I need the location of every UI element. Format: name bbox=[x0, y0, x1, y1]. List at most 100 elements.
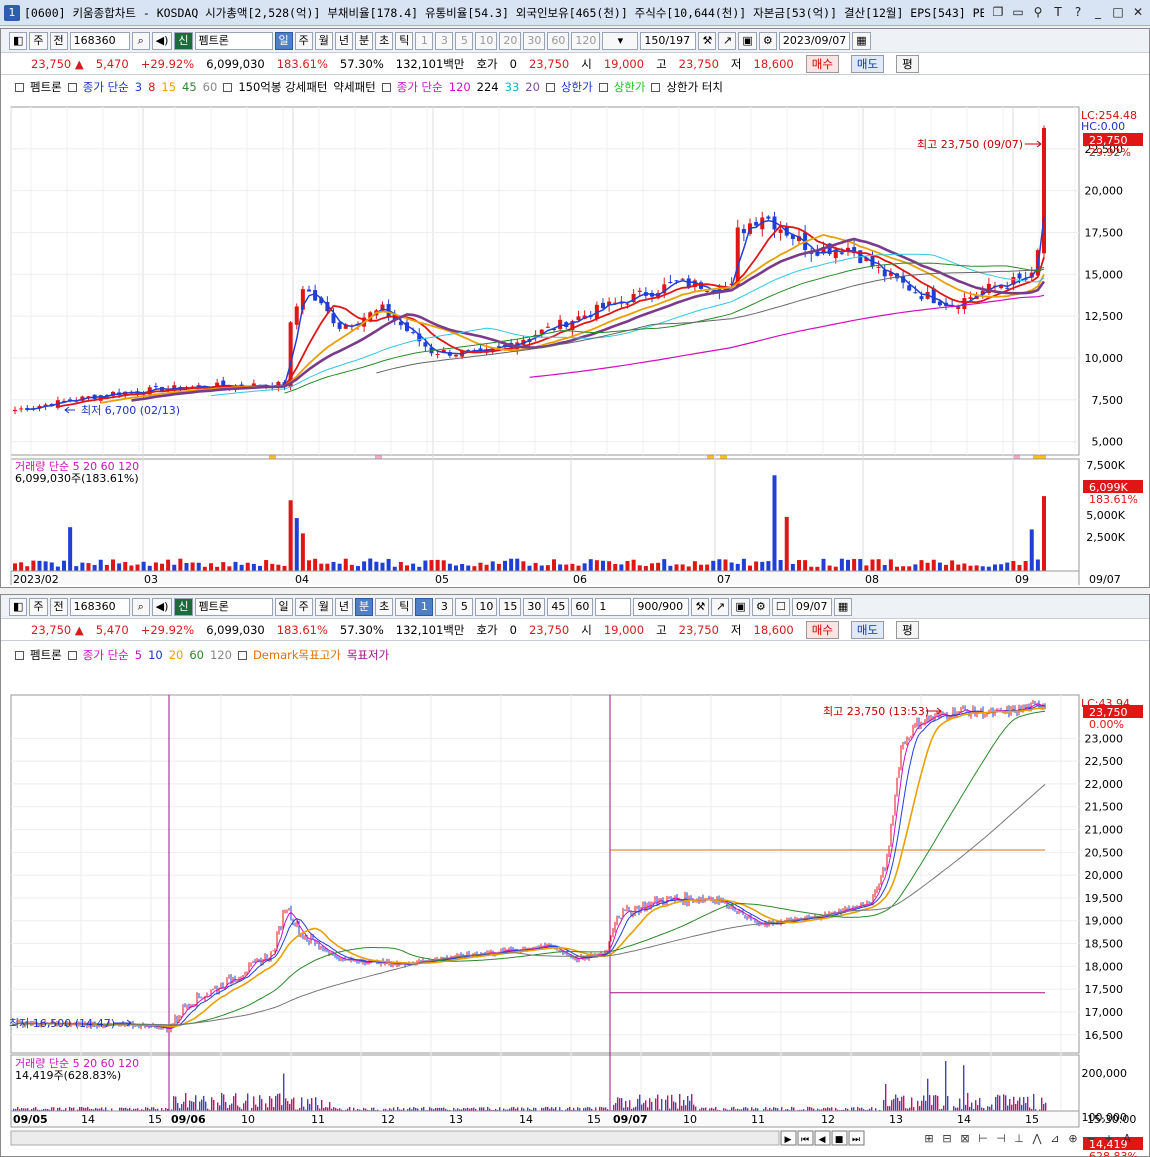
interval-45[interactable]: 45 bbox=[547, 597, 570, 616]
interval-5[interactable]: 5 bbox=[455, 597, 474, 616]
interval-1[interactable]: 1 bbox=[415, 31, 434, 50]
daily-volume-bar bbox=[251, 563, 256, 571]
calendar-icon[interactable]: ▦ bbox=[833, 597, 853, 616]
period-year[interactable]: 년 bbox=[334, 597, 354, 616]
period-month[interactable]: 월 bbox=[314, 31, 333, 50]
tile-icon[interactable]: ▭ bbox=[1010, 4, 1026, 20]
trade-amount: 132,101백만 bbox=[395, 56, 465, 71]
interval-30[interactable]: 30 bbox=[523, 597, 546, 616]
interval-15[interactable]: 15 bbox=[499, 597, 522, 616]
period-tick[interactable]: 틱 bbox=[395, 31, 414, 50]
prev-button[interactable]: 전 bbox=[49, 597, 68, 616]
search-icon[interactable]: ⌕ bbox=[131, 31, 150, 50]
minute-volume-bar bbox=[499, 1107, 501, 1111]
stock-name[interactable]: 펨트론 bbox=[194, 31, 273, 50]
minute-toolbar: ◧ 주 전 168360 ⌕ ◀) 신 펨트론 일 주 월 년 분 초 틱 1 … bbox=[1, 595, 1149, 619]
data-count[interactable]: 150/197 bbox=[640, 31, 697, 50]
period-minute[interactable]: 분 bbox=[355, 31, 374, 50]
interval-5[interactable]: 5 bbox=[455, 31, 474, 50]
interval-30[interactable]: 30 bbox=[523, 31, 546, 50]
daily-candle bbox=[968, 297, 973, 299]
date-input[interactable]: 09/07 bbox=[791, 597, 832, 616]
period-week[interactable]: 주 bbox=[294, 31, 313, 50]
minute-volume-bar bbox=[257, 1106, 259, 1111]
interval-60[interactable]: 60 bbox=[571, 597, 594, 616]
data-count[interactable]: 900/900 bbox=[633, 597, 690, 616]
minute-volume-bar bbox=[17, 1106, 19, 1111]
minute-volume-bar bbox=[989, 1106, 991, 1111]
interval-120[interactable]: 120 bbox=[571, 31, 601, 50]
stock-name[interactable]: 펨트론 bbox=[194, 597, 273, 616]
date-checkbox-icon[interactable]: ☐ bbox=[771, 597, 790, 616]
period-week[interactable]: 주 bbox=[294, 597, 313, 616]
pin-icon[interactable]: ⚲ bbox=[1030, 4, 1046, 20]
period-second[interactable]: 초 bbox=[375, 597, 394, 616]
search-icon[interactable]: ⌕ bbox=[131, 597, 150, 616]
sell-button[interactable]: 매도 bbox=[850, 54, 885, 73]
minute-quote-bar: 23,750 ▲ 5,470 +29.92% 6,099,030 183.61%… bbox=[1, 619, 1149, 641]
daily-volume-bar bbox=[490, 561, 495, 571]
market-type-select[interactable]: 주 bbox=[29, 597, 48, 616]
minimize-icon[interactable]: _ bbox=[1090, 4, 1106, 20]
period-day[interactable]: 일 bbox=[274, 597, 293, 616]
calendar-icon[interactable]: ▦ bbox=[852, 31, 871, 50]
daily-volume-bar bbox=[245, 562, 250, 571]
chart-tools-icon[interactable]: ⚒ bbox=[691, 597, 710, 616]
buy-button[interactable]: 매수 bbox=[805, 54, 839, 73]
interval-select[interactable]: ▾ bbox=[602, 31, 639, 50]
sell-button[interactable]: 매도 bbox=[850, 620, 885, 639]
daily-volume-bar bbox=[25, 566, 30, 571]
minute-y-tick: 17,000 bbox=[1085, 1006, 1124, 1019]
daily-chart-canvas[interactable]: 22,50020,00017,50015,00012,50010,0007,50… bbox=[1, 75, 1149, 585]
interval-1[interactable]: 1 bbox=[415, 597, 434, 616]
stock-code-input[interactable]: 168360 bbox=[69, 31, 130, 50]
period-day[interactable]: 일 bbox=[274, 31, 293, 50]
layout-icon[interactable]: ◧ bbox=[9, 31, 28, 50]
date-input[interactable]: 2023/09/07 bbox=[778, 31, 851, 50]
period-tick[interactable]: 틱 bbox=[395, 597, 414, 616]
period-year[interactable]: 년 bbox=[334, 31, 354, 50]
gear-icon[interactable]: ⚙ bbox=[751, 597, 770, 616]
daily-volume-bar bbox=[748, 565, 752, 571]
interval-3[interactable]: 3 bbox=[435, 31, 454, 50]
sound-icon[interactable]: ◀) bbox=[151, 31, 173, 50]
minute-volume-bar bbox=[969, 1106, 971, 1111]
interval-60[interactable]: 60 bbox=[547, 31, 570, 50]
font-icon[interactable]: T bbox=[1050, 4, 1066, 20]
maximize-icon[interactable]: □ bbox=[1110, 4, 1126, 20]
chart-tools-icon[interactable]: ⚒ bbox=[698, 31, 717, 50]
prev-button[interactable]: 전 bbox=[49, 31, 68, 50]
trend-icon[interactable]: ↗ bbox=[711, 597, 730, 616]
trend-icon[interactable]: ↗ bbox=[718, 31, 737, 50]
eval-button[interactable]: 평 bbox=[896, 620, 919, 639]
save-icon[interactable]: ▣ bbox=[731, 597, 750, 616]
hoga-value: 0 bbox=[509, 622, 517, 637]
buy-button[interactable]: 매수 bbox=[805, 620, 839, 639]
unit-select[interactable]: 1 bbox=[595, 597, 632, 616]
close-icon[interactable]: ✕ bbox=[1130, 4, 1146, 20]
eval-button[interactable]: 평 bbox=[896, 54, 919, 73]
minute-tool-icon: ⊟ bbox=[942, 1132, 951, 1145]
minute-volume-bar bbox=[1041, 1097, 1043, 1111]
minute-y-tick: 18,500 bbox=[1085, 938, 1124, 951]
daily-volume-pct: 183.61% bbox=[1089, 493, 1138, 506]
period-minute[interactable]: 분 bbox=[355, 597, 374, 616]
interval-3[interactable]: 3 bbox=[435, 597, 454, 616]
interval-10[interactable]: 10 bbox=[475, 31, 498, 50]
minute-chart-canvas[interactable]: 23,000 22,500 22,000 21,500 21,000 20,500 20,0… bbox=[1, 643, 1149, 1157]
gear-icon[interactable]: ⚙ bbox=[758, 31, 777, 50]
minute-volume-bar bbox=[773, 1107, 775, 1111]
stock-code-input[interactable]: 168360 bbox=[69, 597, 130, 616]
help-icon[interactable]: ? bbox=[1070, 4, 1086, 20]
interval-10[interactable]: 10 bbox=[475, 597, 498, 616]
restore-icon[interactable]: ❐ bbox=[990, 4, 1006, 20]
minute-chart-panel: ◧ 주 전 168360 ⌕ ◀) 신 펨트론 일 주 월 년 분 초 틱 1 … bbox=[0, 594, 1150, 1157]
period-second[interactable]: 초 bbox=[375, 31, 394, 50]
market-type-select[interactable]: 주 bbox=[29, 31, 48, 50]
period-month[interactable]: 월 bbox=[314, 597, 333, 616]
daily-x-tick: 03 bbox=[144, 573, 158, 585]
interval-20[interactable]: 20 bbox=[499, 31, 522, 50]
save-icon[interactable]: ▣ bbox=[738, 31, 757, 50]
sound-icon[interactable]: ◀) bbox=[151, 597, 173, 616]
layout-icon[interactable]: ◧ bbox=[9, 597, 28, 616]
